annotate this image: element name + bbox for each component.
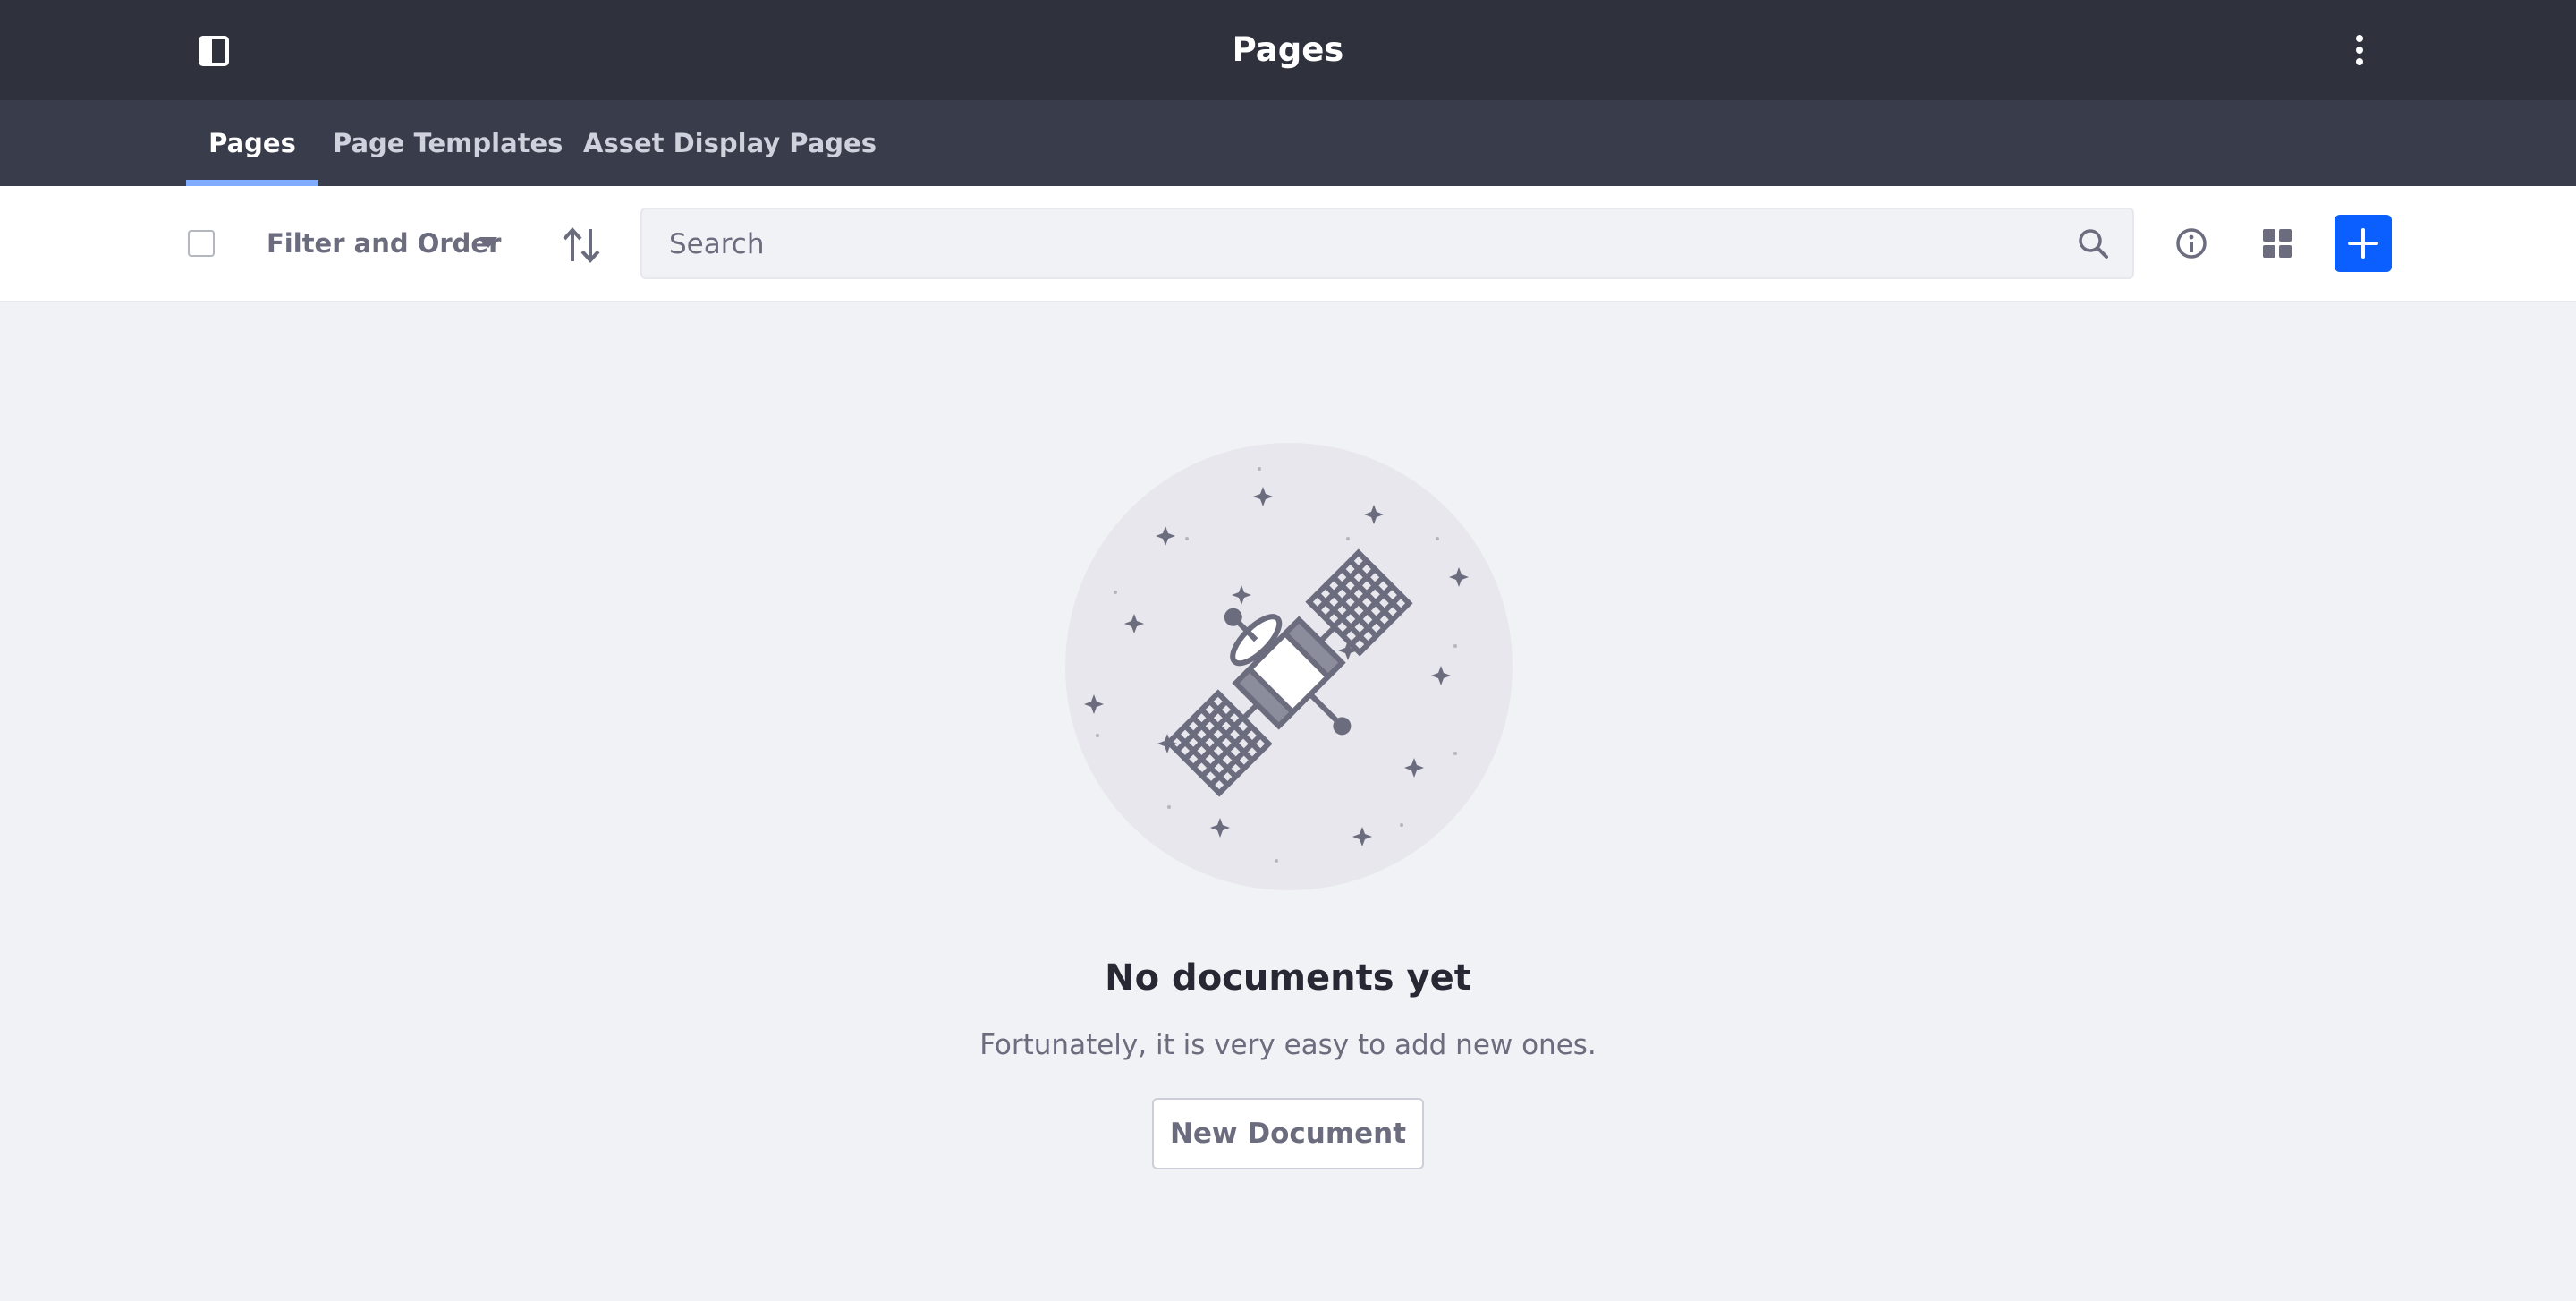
add-button[interactable] — [2334, 215, 2392, 272]
search-icon[interactable] — [2077, 227, 2109, 259]
order-arrows-icon[interactable] — [562, 225, 603, 265]
empty-state-description: Fortunately, it is very easy to add new … — [979, 1029, 1597, 1061]
management-bar: Pages — [0, 0, 2576, 100]
page-title: Pages — [1232, 30, 1344, 69]
select-all-checkbox[interactable] — [188, 230, 215, 257]
sidebar-toggle-icon[interactable] — [199, 36, 229, 66]
search-input[interactable] — [667, 209, 2030, 279]
empty-state-title: No documents yet — [1105, 957, 1471, 999]
caret-down-icon[interactable] — [479, 237, 497, 248]
filter-and-order-dropdown[interactable]: Filter and Order — [267, 222, 501, 265]
tab-asset-display-pages[interactable]: Asset Display Pages — [583, 100, 877, 186]
tab-pages[interactable]: Pages — [186, 100, 318, 186]
new-document-button[interactable]: New Document — [1152, 1098, 1424, 1169]
navigation-tabs: Pages Page Templates Asset Display Pages — [0, 100, 2576, 186]
plus-icon — [2348, 228, 2378, 259]
search-box — [640, 208, 2134, 279]
satellite-illustration — [1064, 442, 1513, 891]
tab-page-templates[interactable]: Page Templates — [333, 100, 563, 186]
info-circle-icon[interactable] — [2175, 227, 2207, 259]
toolbar: Filter and Order — [0, 186, 2576, 302]
ellipsis-vertical-icon[interactable] — [2347, 32, 2372, 68]
cards-grid-icon[interactable] — [2261, 227, 2293, 259]
